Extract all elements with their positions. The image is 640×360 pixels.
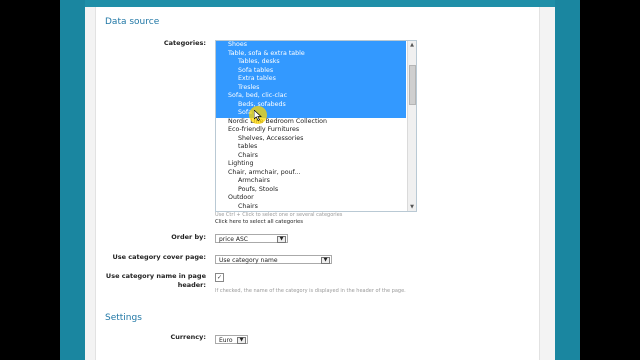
category-option[interactable]: Extra tables (216, 75, 406, 84)
category-option[interactable]: Table, sofa & extra table (216, 49, 406, 58)
mouse-pointer-icon (254, 110, 262, 121)
chevron-down-icon: ▼ (277, 236, 286, 243)
category-option[interactable]: Outdoor (216, 194, 416, 203)
header-name-hint: If checked, the name of the category is … (215, 288, 406, 294)
chevron-down-icon: ▼ (237, 337, 246, 344)
header-name-label-line2: header: (177, 281, 206, 289)
select-all-link[interactable]: Click here to select all categories (215, 219, 303, 225)
order-by-value: price ASC (219, 236, 248, 243)
categories-listbox[interactable]: Shoes Table, sofa & extra table Tables, de… (215, 40, 417, 212)
category-option[interactable]: Chair, armchair, pouf... (216, 169, 416, 178)
categories-list: Shoes Table, sofa & extra table Tables, de… (216, 41, 416, 211)
category-option[interactable]: Chairs (216, 152, 416, 161)
listbox-scrollbar[interactable]: ▲ ▼ (407, 41, 416, 211)
header-name-label-line1: Use category name in page (105, 272, 206, 280)
category-option[interactable]: Sofa, bed, clic-clac (216, 92, 406, 101)
chevron-down-icon: ▼ (321, 257, 330, 264)
order-by-label: Order by: (171, 233, 206, 241)
cover-page-select[interactable]: Use category name ▼ (215, 255, 332, 264)
category-option[interactable]: Nordic Line Bedroom Collection (216, 118, 416, 127)
settings-heading: Settings (105, 313, 142, 323)
cover-page-label: Use category cover page: (112, 253, 206, 261)
categories-label: Categories: (163, 39, 206, 47)
frame-right-border (555, 0, 580, 360)
category-option[interactable]: Chairs (216, 203, 416, 212)
category-option[interactable]: tables (216, 143, 416, 152)
currency-value: Euro (219, 337, 233, 344)
cover-page-value: Use category name (219, 257, 278, 264)
data-source-heading: Data source (105, 17, 160, 27)
category-option[interactable]: Beds, sofabeds (216, 100, 406, 109)
header-name-checkbox[interactable]: ✓ (215, 273, 224, 282)
category-option[interactable]: Shoes (216, 41, 406, 50)
currency-select[interactable]: Euro ▼ (215, 335, 248, 344)
currency-label: Currency: (170, 333, 206, 341)
categories-hint: Use Ctrl + Click to select one or severa… (215, 212, 343, 218)
category-option[interactable]: Armchairs (216, 177, 416, 186)
scroll-up-icon[interactable]: ▲ (408, 41, 416, 49)
category-option[interactable]: Sofa tables (216, 66, 406, 75)
category-option[interactable]: Sofa (216, 109, 406, 118)
category-option[interactable]: Tresles (216, 83, 406, 92)
category-option[interactable]: Shelves, Accessories (216, 135, 416, 144)
scroll-thumb[interactable] (409, 65, 416, 105)
category-option[interactable]: Poufs, Stools (216, 186, 416, 195)
order-by-select[interactable]: price ASC ▼ (215, 234, 288, 243)
scroll-down-icon[interactable]: ▼ (408, 203, 416, 211)
category-option[interactable]: Lighting (216, 160, 416, 169)
checkmark-icon: ✓ (216, 274, 223, 281)
mouse-cursor-highlight (249, 106, 267, 124)
category-option[interactable]: Eco-friendly Furnitures (216, 126, 416, 135)
category-option[interactable]: Tables, desks (216, 58, 406, 67)
frame-left-border (60, 0, 85, 360)
